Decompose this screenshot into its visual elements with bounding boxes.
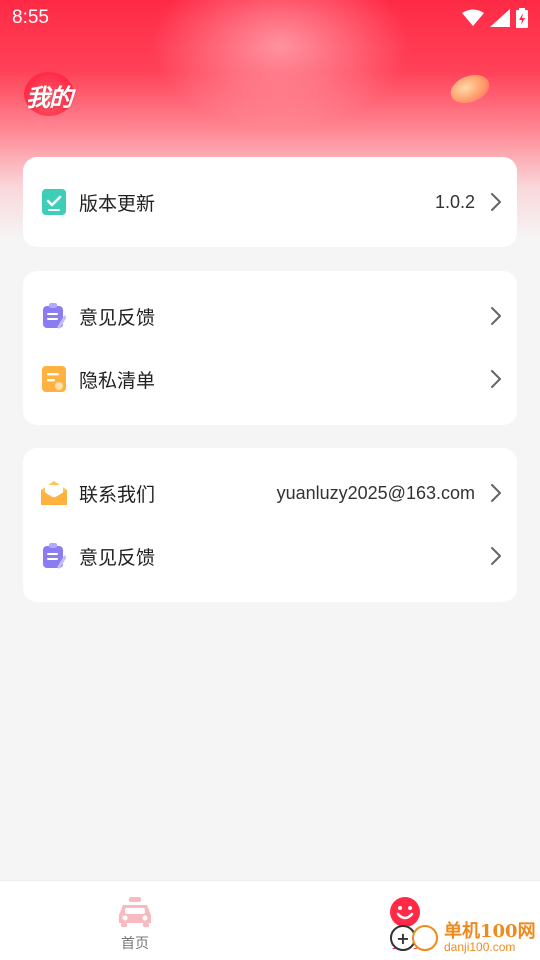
settings-card-feedback: 意见反馈 隐私清单	[23, 271, 517, 425]
chevron-right-icon	[489, 483, 503, 503]
cell-signal-icon	[490, 9, 510, 27]
status-time: 8:55	[12, 7, 49, 28]
chevron-right-icon	[489, 306, 503, 326]
version-update-row[interactable]: 版本更新 1.0.2	[23, 177, 517, 227]
watermark-brand: 单机100网	[444, 920, 536, 942]
privacy-list-row[interactable]: 隐私清单	[23, 354, 517, 404]
contact-email: yuanluzy2025@163.com	[276, 482, 475, 503]
chevron-right-icon	[489, 369, 503, 389]
wifi-icon	[462, 9, 484, 26]
clipboard-icon	[41, 303, 67, 329]
feedback-row[interactable]: 意见反馈	[23, 291, 517, 341]
battery-icon	[516, 8, 528, 28]
watermark: + 单机100网 danji100.com	[390, 916, 540, 960]
tab-home[interactable]: 首页	[0, 881, 270, 960]
circle-icon	[412, 925, 438, 951]
row-label: 版本更新	[79, 192, 156, 215]
feedback-row-2[interactable]: 意见反馈	[23, 531, 517, 581]
clipboard-icon	[41, 543, 67, 569]
check-doc-icon	[41, 189, 67, 215]
page-title: 我的	[26, 84, 73, 112]
contact-us-row[interactable]: 联系我们 yuanluzy2025@163.com	[23, 468, 517, 518]
settings-card-version: 版本更新 1.0.2	[23, 157, 517, 247]
row-label: 联系我们	[79, 483, 156, 506]
settings-card-contact: 联系我们 yuanluzy2025@163.com 意见反馈	[23, 448, 517, 602]
chevron-right-icon	[489, 546, 503, 566]
tab-label: 首页	[121, 936, 149, 952]
row-label: 意见反馈	[79, 546, 156, 569]
privacy-doc-icon	[41, 366, 67, 392]
envelope-icon	[41, 480, 67, 506]
row-label: 隐私清单	[79, 369, 156, 392]
status-icons	[462, 8, 528, 28]
watermark-url: danji100.com	[444, 940, 516, 955]
chevron-right-icon	[489, 192, 503, 212]
row-label: 意见反馈	[79, 306, 156, 329]
taxi-icon	[117, 895, 153, 929]
status-bar: 8:55	[0, 0, 540, 36]
version-value: 1.0.2	[434, 191, 475, 212]
watermark-text: 单机100网 danji100.com	[444, 920, 536, 955]
coin-decoration	[446, 69, 494, 109]
